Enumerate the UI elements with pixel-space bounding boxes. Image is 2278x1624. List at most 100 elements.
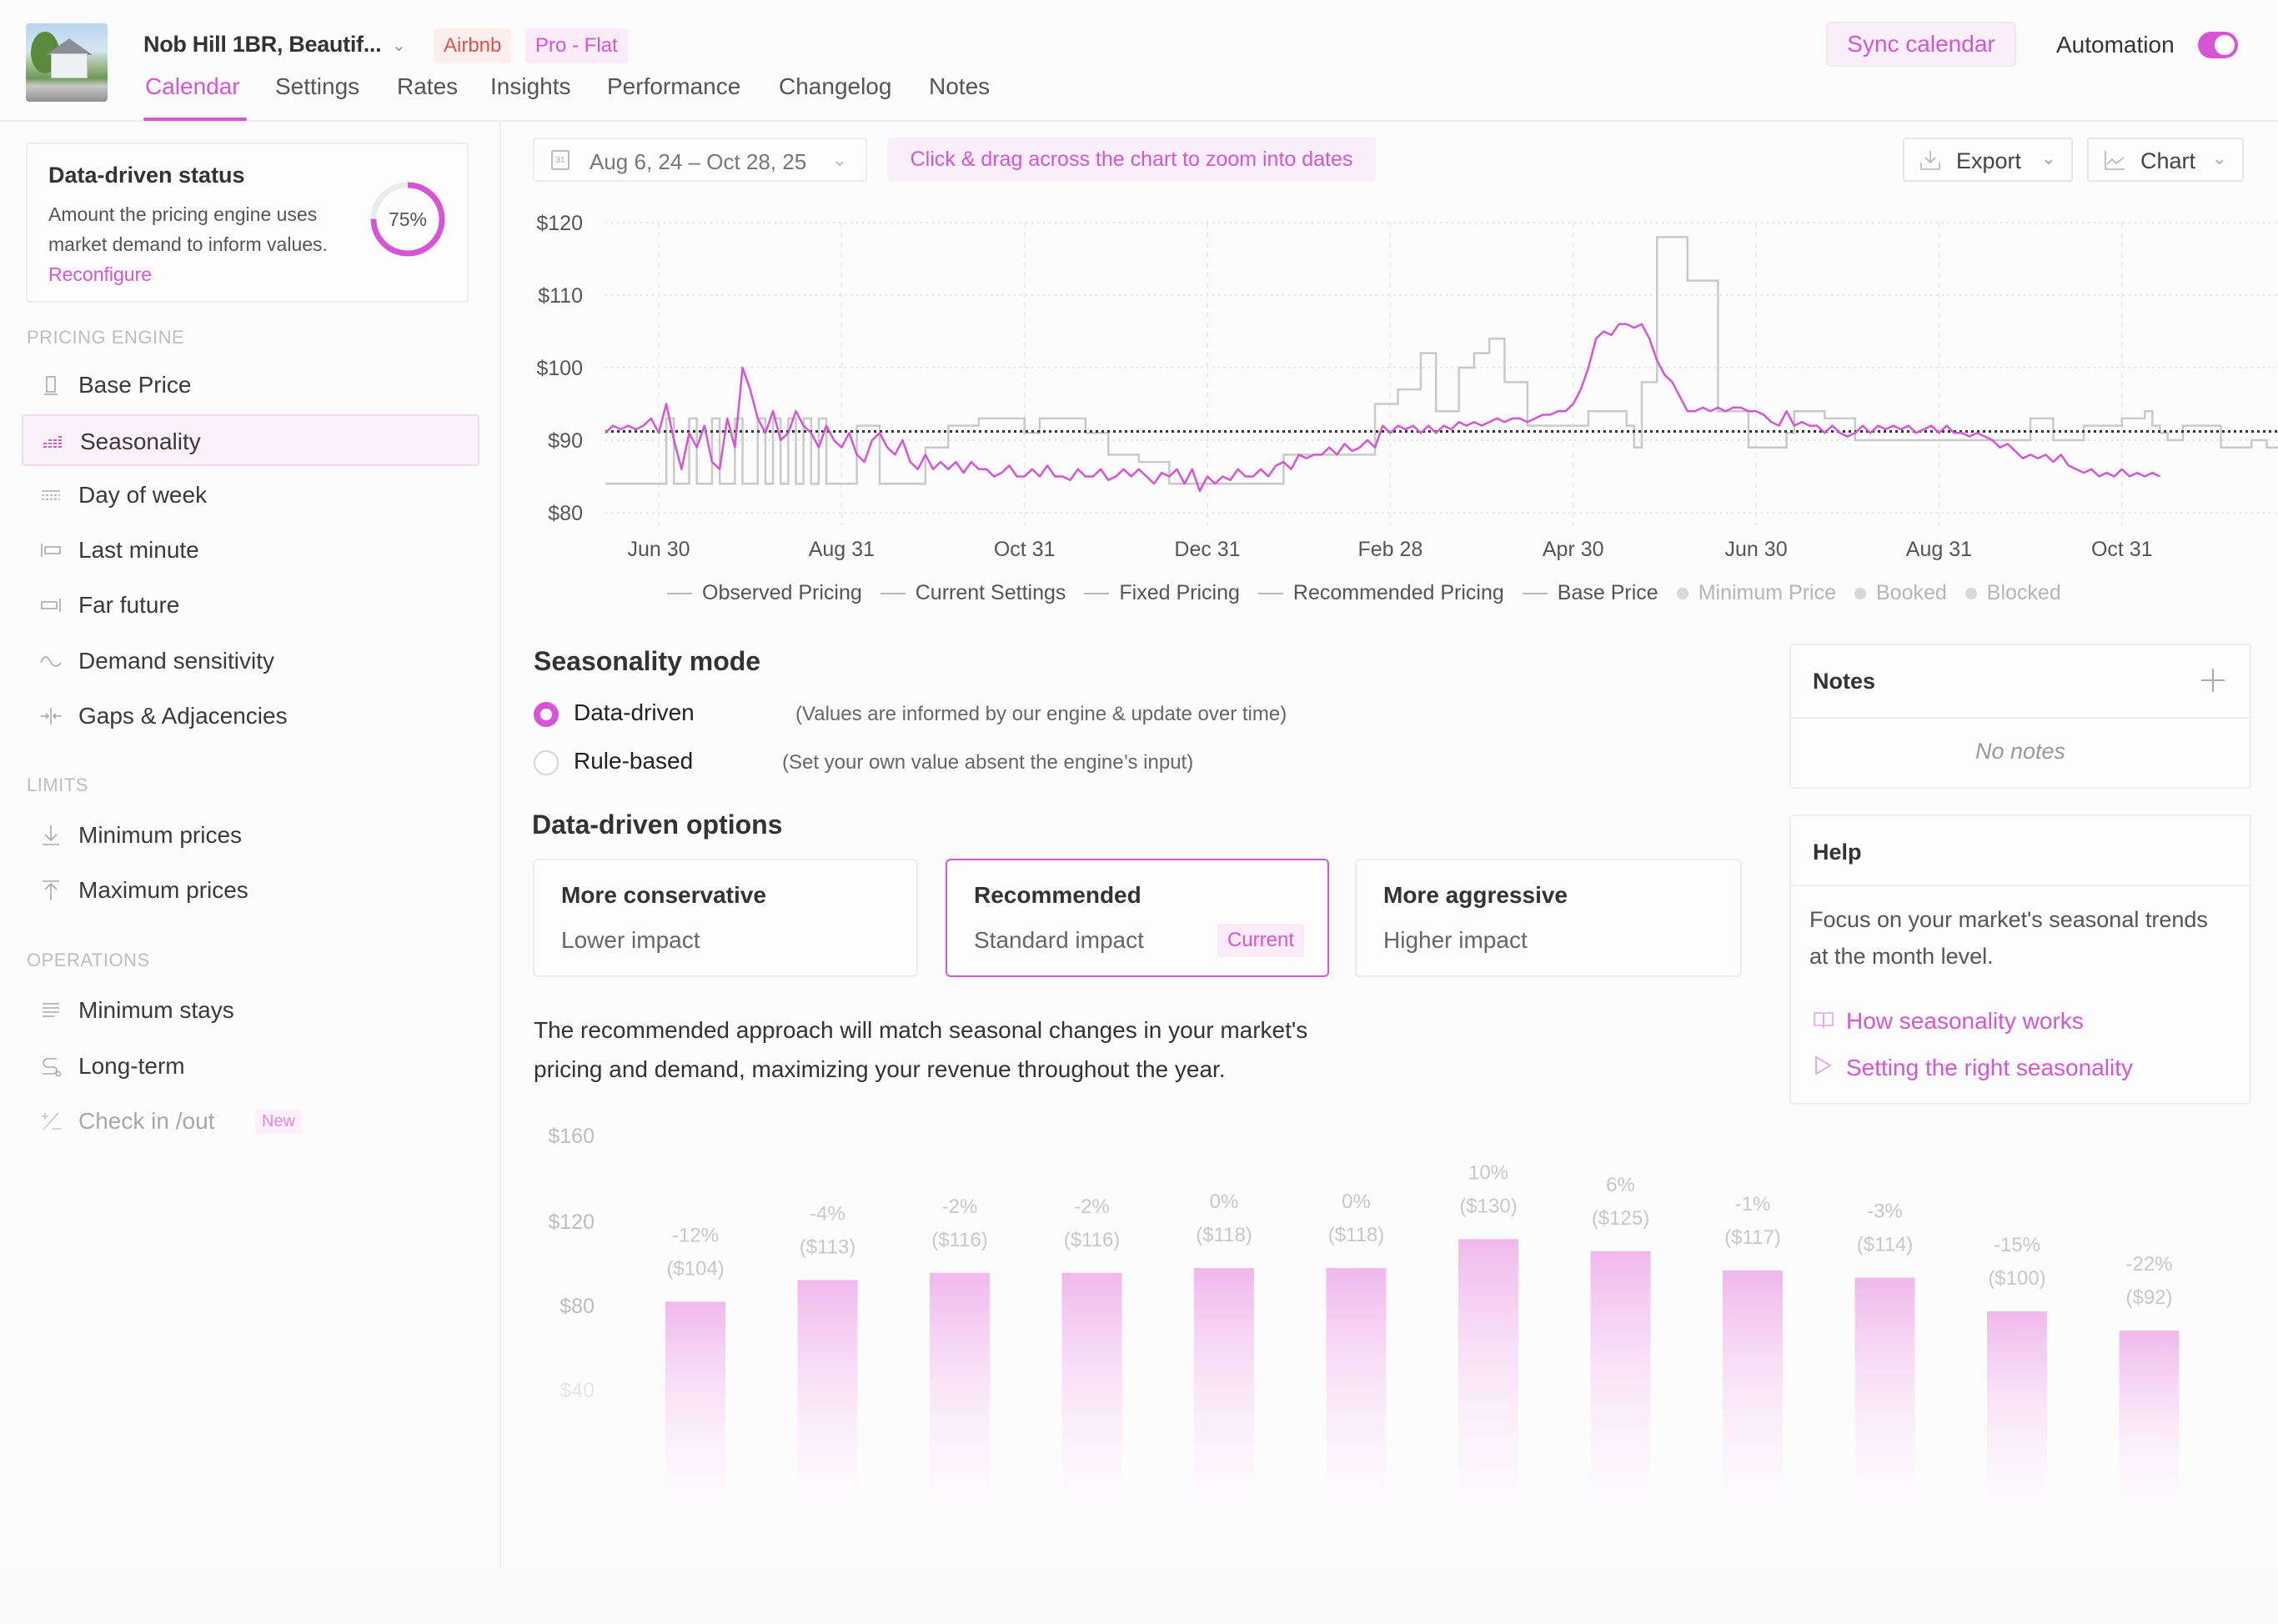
bar-percent-label: 10% <box>1468 1161 1508 1184</box>
radio-button[interactable] <box>534 750 559 775</box>
radio-button[interactable] <box>534 702 559 727</box>
sidebar-item-minimum-prices[interactable]: Minimum prices <box>22 809 479 861</box>
sidebar-item-far-future[interactable]: Far future <box>22 579 479 631</box>
bar-value-label: ($116) <box>1064 1229 1121 1251</box>
sidebar-item-label: Last minute <box>78 537 199 563</box>
bar[interactable] <box>797 1280 858 1501</box>
sidebar-item-long-term[interactable]: Long-term <box>22 1040 479 1092</box>
automation-toggle[interactable] <box>2198 32 2238 58</box>
legend-item[interactable]: Recommended Pricing <box>1257 581 1504 605</box>
help-header: Help <box>1791 816 2250 886</box>
option-card-recommended[interactable]: Recommended Standard impact Current <box>946 859 1329 977</box>
sidebar-item-label: Seasonality <box>80 429 201 454</box>
legend-item[interactable]: Fixed Pricing <box>1084 581 1240 605</box>
bar-percent-label: -1% <box>1735 1193 1771 1215</box>
channel-badge: Airbnb <box>434 28 512 63</box>
seasonality-bar-chart[interactable]: $160 $120 $80 $40 -12% ($104) -4% ($113) -2% ($1… <box>501 1109 2278 1542</box>
help-text: Focus on your market's seasonal trends a… <box>1809 907 2208 969</box>
bar[interactable] <box>1723 1270 1783 1501</box>
sidebar-item-seasonality[interactable]: Seasonality <box>22 414 479 466</box>
bar[interactable] <box>1194 1267 1254 1501</box>
tab-calendar[interactable]: Calendar <box>145 73 240 100</box>
section-label-limits: LIMITS <box>27 774 88 795</box>
bar-value-label: ($104) <box>666 1257 724 1280</box>
legend-item[interactable]: Base Price <box>1522 581 1658 605</box>
x-tick-label: Jun 30 <box>627 538 690 561</box>
sidebar-item-day-of-week[interactable]: Day of week <box>22 469 479 521</box>
sidebar-item-maximum-prices[interactable]: Maximum prices <box>22 865 479 916</box>
tab-rates[interactable]: Rates <box>397 73 458 100</box>
sync-calendar-button[interactable]: Sync calendar <box>1826 22 2016 67</box>
legend-item[interactable]: Current Settings <box>880 581 1066 605</box>
sidebar-item-label: Minimum prices <box>78 822 243 848</box>
bar[interactable] <box>1987 1311 2047 1501</box>
option-title: More aggressive <box>1383 882 1568 908</box>
legend-line-icon <box>667 593 692 595</box>
tab-performance[interactable]: Performance <box>607 73 740 100</box>
y-tick-label: $110 <box>538 284 583 308</box>
help-link-setting-seasonality[interactable]: Setting the right seasonality <box>1813 1055 2133 1081</box>
data-driven-status-card: Data-driven status Amount the pricing en… <box>26 143 469 303</box>
chart-type-button[interactable]: Chart ⌄ <box>2087 138 2244 182</box>
bar-percent-label: -22% <box>2125 1253 2172 1276</box>
legend-item[interactable]: Booked <box>1854 581 1947 605</box>
bar[interactable] <box>2119 1331 2180 1501</box>
radio-hint: (Values are informed by our engine & upd… <box>795 703 1287 725</box>
price-line-chart[interactable]: $120 $110 $100 $90 $80 Jun 30 Aug 31 Oct 31 Dec… <box>501 200 2278 584</box>
legend-item[interactable]: Blocked <box>1964 581 2061 605</box>
right-bracket-box-icon <box>40 594 62 616</box>
help-panel: Help Focus on your market's seasonal tre… <box>1789 815 2251 1105</box>
help-link-label: Setting the right seasonality <box>1846 1055 2133 1080</box>
date-range-picker[interactable]: 31 Aug 6, 24 – Oct 28, 25 ⌄ <box>533 138 867 182</box>
bar-value-label: ($130) <box>1459 1195 1517 1217</box>
reconfigure-link[interactable]: Reconfigure <box>48 263 152 285</box>
sidebar-item-label: Far future <box>78 592 180 618</box>
bar-y-tick-label: $120 <box>548 1210 595 1234</box>
bar[interactable] <box>665 1301 725 1501</box>
sidebar-item-label: Gaps & Adjacencies <box>78 703 288 729</box>
help-link-how-seasonality-works[interactable]: How seasonality works <box>1813 1008 2084 1035</box>
tab-settings[interactable]: Settings <box>275 73 359 100</box>
legend-item[interactable]: Minimum Price <box>1676 581 1836 605</box>
tab-changelog[interactable]: Changelog <box>779 73 891 100</box>
option-card-aggressive[interactable]: More aggressive Higher impact <box>1355 859 1742 977</box>
section-label-operations: OPERATIONS <box>27 950 150 970</box>
bar-percent-label: -15% <box>1994 1234 2040 1256</box>
legend-line-icon <box>1084 593 1110 595</box>
export-button[interactable]: Export ⌄ <box>1903 138 2073 182</box>
legend-dot-icon <box>1676 588 1688 600</box>
bar[interactable] <box>1326 1267 1387 1501</box>
sidebar-item-check-in-out[interactable]: Check in /out New <box>22 1095 479 1147</box>
option-card-conservative[interactable]: More conservative Lower impact <box>533 859 918 977</box>
bar[interactable] <box>1458 1239 1518 1501</box>
option-description: The recommended approach will match seas… <box>534 1017 1308 1082</box>
bar-value-label: ($114) <box>1857 1234 1914 1256</box>
bar-y-tick-label: $40 <box>559 1379 595 1402</box>
add-note-icon[interactable] <box>2200 667 2226 694</box>
chevron-down-icon[interactable]: ⌄ <box>392 35 407 55</box>
bar-value-label: ($92) <box>2125 1286 2172 1309</box>
bar[interactable] <box>930 1272 990 1501</box>
legend-label: Observed Pricing <box>702 581 862 604</box>
x-tick-label: Dec 31 <box>1174 538 1240 561</box>
bar[interactable] <box>1061 1272 1122 1501</box>
bar-value-label: ($113) <box>800 1236 856 1258</box>
tab-insights[interactable]: Insights <box>490 73 571 100</box>
listing-thumbnail[interactable] <box>26 23 108 102</box>
option-title: More conservative <box>561 882 766 908</box>
bar-percent-label: 0% <box>1210 1190 1239 1213</box>
tab-notes[interactable]: Notes <box>929 73 990 100</box>
plus-minus-icon <box>40 1110 62 1132</box>
sidebar-item-base-price[interactable]: Base Price <box>22 359 479 411</box>
sidebar-item-last-minute[interactable]: Last minute <box>22 524 479 576</box>
sidebar-item-demand-sensitivity[interactable]: Demand sensitivity <box>22 635 479 687</box>
listing-title[interactable]: Nob Hill 1BR, Beautif... <box>143 32 382 58</box>
x-tick-label: Jun 30 <box>1725 538 1788 561</box>
sidebar-item-label: Day of week <box>78 482 208 508</box>
bar[interactable] <box>1590 1251 1651 1501</box>
bar[interactable] <box>1854 1277 1915 1501</box>
legend-item[interactable]: Observed Pricing <box>667 581 862 605</box>
download-icon <box>1919 149 1941 171</box>
sidebar-item-gaps-adjacencies[interactable]: Gaps & Adjacencies <box>22 690 479 742</box>
sidebar-item-minimum-stays[interactable]: Minimum stays <box>22 985 479 1036</box>
